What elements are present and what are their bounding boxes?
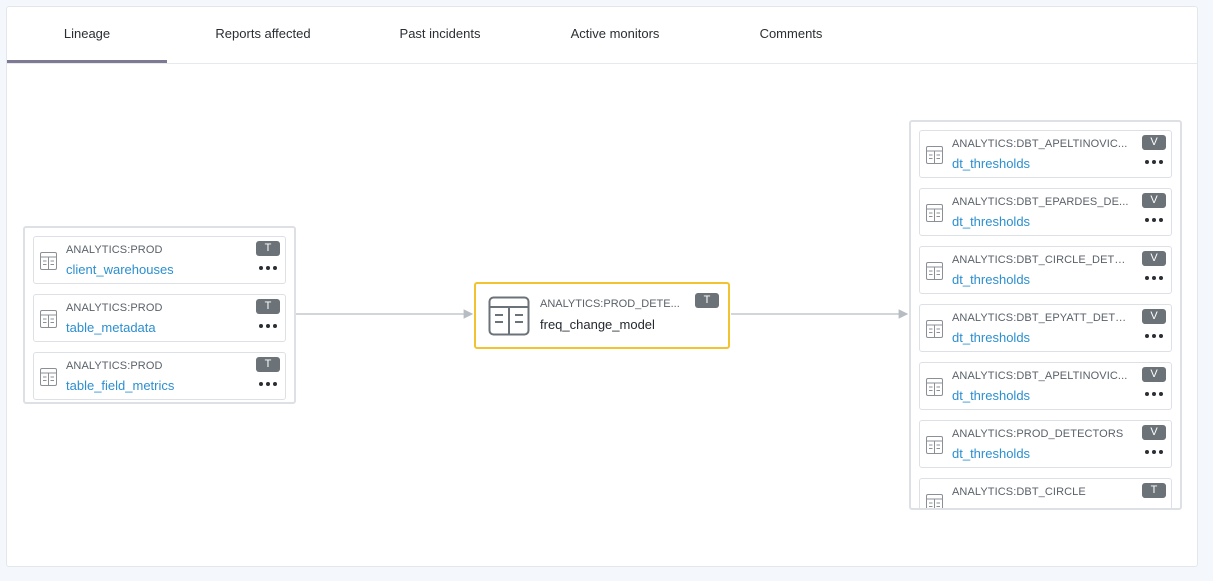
- table-icon: [488, 296, 530, 336]
- downstream-node[interactable]: ANALYTICS:PROD_DETECTORS dt_thresholds V: [919, 420, 1172, 468]
- node-schema: ANALYTICS:PROD: [66, 302, 163, 314]
- table-icon: [926, 204, 943, 222]
- downstream-node[interactable]: ANALYTICS:DBT_APELTINOVIC... dt_threshol…: [919, 130, 1172, 178]
- more-options-icon[interactable]: [259, 321, 277, 331]
- node-table-link[interactable]: client_warehouses: [66, 262, 174, 277]
- node-table-link[interactable]: dt_thresholds: [952, 330, 1030, 345]
- node-schema: ANALYTICS:PROD: [66, 360, 163, 372]
- table-icon: [926, 146, 943, 164]
- more-options-icon[interactable]: [259, 263, 277, 273]
- type-badge: V: [1142, 251, 1166, 266]
- downstream-node[interactable]: ANALYTICS:DBT_EPYATT_DETE... dt_threshol…: [919, 304, 1172, 352]
- upstream-node[interactable]: ANALYTICS:PROD client_warehouses T: [33, 236, 286, 284]
- node-table-link[interactable]: table_field_metrics: [66, 378, 174, 393]
- node-table-link[interactable]: dt_thresholds: [952, 272, 1030, 287]
- table-icon: [40, 310, 57, 328]
- upstream-group: ANALYTICS:PROD client_warehouses T ANALY…: [23, 226, 296, 404]
- downstream-group: ANALYTICS:DBT_APELTINOVIC... dt_threshol…: [909, 120, 1182, 510]
- table-icon: [40, 368, 57, 386]
- downstream-node[interactable]: ANALYTICS:DBT_EPARDES_DE... dt_threshold…: [919, 188, 1172, 236]
- focus-table-name: freq_change_model: [540, 317, 655, 332]
- focus-schema: ANALYTICS:PROD_DETE...: [540, 298, 680, 310]
- type-badge: T: [695, 293, 719, 308]
- node-table-link[interactable]: dt_thresholds: [952, 156, 1030, 171]
- downstream-node[interactable]: ANALYTICS:DBT_CIRCLE_DETE... dt_threshol…: [919, 246, 1172, 294]
- type-badge: V: [1142, 425, 1166, 440]
- more-options-icon[interactable]: [1145, 215, 1163, 225]
- node-table-link[interactable]: dt_thresholds: [952, 388, 1030, 403]
- type-badge: V: [1142, 367, 1166, 382]
- node-table-link[interactable]: dt_thresholds: [952, 446, 1030, 461]
- table-icon: [926, 262, 943, 280]
- table-icon: [926, 320, 943, 338]
- type-badge: V: [1142, 309, 1166, 324]
- node-schema: ANALYTICS:DBT_EPARDES_DE...: [952, 196, 1129, 208]
- more-options-icon[interactable]: [1145, 389, 1163, 399]
- type-badge: V: [1142, 193, 1166, 208]
- node-schema: ANALYTICS:DBT_APELTINOVIC...: [952, 138, 1128, 150]
- downstream-node[interactable]: ANALYTICS:DBT_APELTINOVIC... dt_threshol…: [919, 362, 1172, 410]
- more-options-icon[interactable]: [1145, 447, 1163, 457]
- node-schema: ANALYTICS:DBT_CIRCLE_DETE...: [952, 254, 1129, 266]
- type-badge: T: [256, 357, 280, 372]
- type-badge: T: [256, 299, 280, 314]
- more-options-icon[interactable]: [1145, 331, 1163, 341]
- type-badge: T: [256, 241, 280, 256]
- node-table-link[interactable]: dt_thresholds: [952, 214, 1030, 229]
- type-badge: T: [1142, 483, 1166, 498]
- node-schema: ANALYTICS:DBT_EPYATT_DETE...: [952, 312, 1129, 324]
- upstream-node[interactable]: ANALYTICS:PROD table_metadata T: [33, 294, 286, 342]
- table-icon: [926, 378, 943, 396]
- more-options-icon[interactable]: [259, 379, 277, 389]
- node-table-link[interactable]: table_metadata: [66, 320, 156, 335]
- type-badge: V: [1142, 135, 1166, 150]
- node-schema: ANALYTICS:DBT_CIRCLE: [952, 486, 1086, 498]
- downstream-node[interactable]: ANALYTICS:DBT_CIRCLE T: [919, 478, 1172, 508]
- table-icon: [926, 436, 943, 454]
- table-icon: [926, 494, 943, 508]
- node-schema: ANALYTICS:PROD_DETECTORS: [952, 428, 1124, 440]
- focus-node[interactable]: ANALYTICS:PROD_DETE... freq_change_model…: [474, 282, 730, 349]
- node-schema: ANALYTICS:DBT_APELTINOVIC...: [952, 370, 1128, 382]
- node-schema: ANALYTICS:PROD: [66, 244, 163, 256]
- more-options-icon[interactable]: [1145, 273, 1163, 283]
- more-options-icon[interactable]: [1145, 157, 1163, 167]
- table-icon: [40, 252, 57, 270]
- upstream-node[interactable]: ANALYTICS:PROD table_field_metrics T: [33, 352, 286, 400]
